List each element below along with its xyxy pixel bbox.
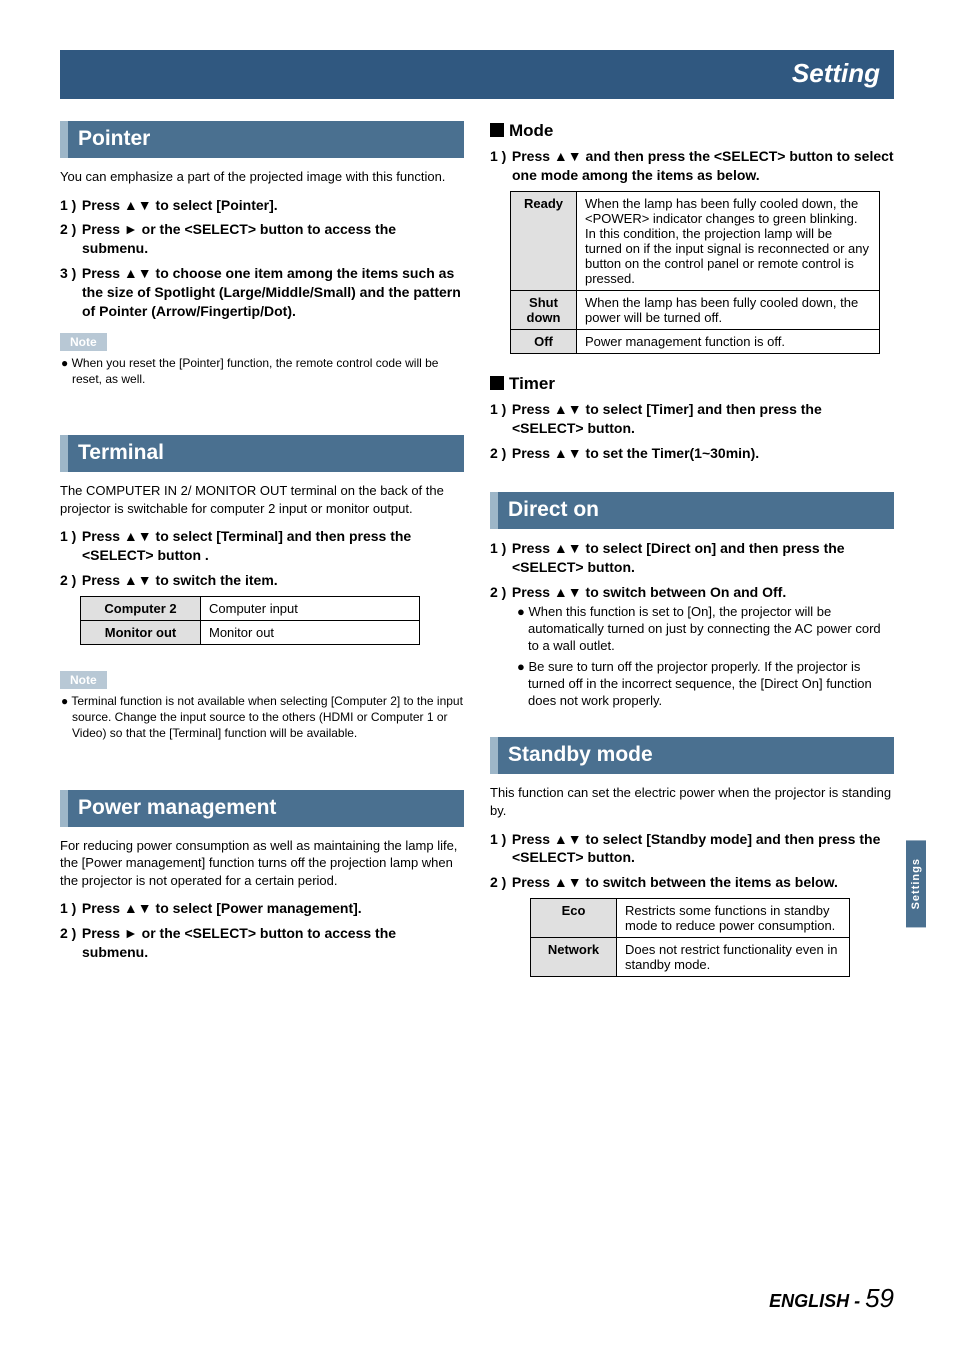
terminal-table: Computer 2 Computer input Monitor out Mo…: [80, 596, 420, 645]
step-text: Press ▲▼ to switch between On and Off.: [512, 584, 786, 600]
step-text: Press ▲▼ to choose one item among the it…: [82, 265, 461, 319]
step-text: Press ▲▼ to set the Timer(1~30min).: [512, 445, 759, 461]
pointer-step-2: 2 ) Press ► or the <SELECT> button to ac…: [60, 220, 464, 258]
cell: Does not restrict functionality even in …: [617, 938, 850, 977]
right-column: Mode 1 ) Press ▲▼ and then press the <SE…: [490, 121, 894, 983]
cell: Monitor out: [201, 621, 420, 645]
standby-step-1: 1 ) Press ▲▼ to select [Standby mode] an…: [490, 830, 894, 868]
step-text: Press ► or the <SELECT> button to access…: [82, 925, 396, 960]
standby-intro: This function can set the electric power…: [490, 784, 894, 819]
table-row: Ready When the lamp has been fully coole…: [511, 191, 880, 290]
terminal-step-2: 2 ) Press ▲▼ to switch the item.: [60, 571, 464, 590]
power-mgmt-header: Power management: [60, 790, 464, 827]
pointer-note: ● When you reset the [Pointer] function,…: [60, 355, 464, 387]
pointer-step-3: 3 ) Press ▲▼ to choose one item among th…: [60, 264, 464, 321]
note-label: Note: [60, 333, 107, 351]
cell: When the lamp has been fully cooled down…: [577, 290, 880, 329]
pointer-header: Pointer: [60, 121, 464, 158]
step-text: Press ▲▼ to select [Timer] and then pres…: [512, 401, 822, 436]
direct-step-2: 2 ) Press ▲▼ to switch between On and Of…: [490, 583, 894, 602]
step-text: Press ▲▼ to switch between the items as …: [512, 874, 838, 890]
terminal-intro: The COMPUTER IN 2/ MONITOR OUT terminal …: [60, 482, 464, 517]
timer-step-1: 1 ) Press ▲▼ to select [Timer] and then …: [490, 400, 894, 438]
table-row: Computer 2 Computer input: [81, 597, 420, 621]
table-row: Off Power management function is off.: [511, 329, 880, 353]
left-column: Pointer You can emphasize a part of the …: [60, 121, 464, 983]
cell: Network: [531, 938, 617, 977]
side-tab: Settings: [906, 840, 926, 927]
page-number: ENGLISH - 59: [769, 1283, 894, 1314]
terminal-step-1: 1 ) Press ▲▼ to select [Terminal] and th…: [60, 527, 464, 565]
step-text: Press ▲▼ to select [Pointer].: [82, 197, 278, 213]
timer-step-2: 2 ) Press ▲▼ to set the Timer(1~30min).: [490, 444, 894, 463]
mode-subheading: Mode: [490, 121, 894, 141]
cell: Ready: [511, 191, 577, 290]
cell: Shut down: [511, 290, 577, 329]
terminal-header: Terminal: [60, 435, 464, 472]
direct-bullet: ● Be sure to turn off the projector prop…: [490, 659, 894, 710]
direct-on-header: Direct on: [490, 492, 894, 529]
step-text: Press ▲▼ and then press the <SELECT> but…: [512, 148, 894, 183]
table-row: Network Does not restrict functionality …: [531, 938, 850, 977]
cell: Power management function is off.: [577, 329, 880, 353]
table-row: Monitor out Monitor out: [81, 621, 420, 645]
direct-bullet: ● When this function is set to [On], the…: [490, 604, 894, 655]
cell: Computer input: [201, 597, 420, 621]
step-text: Press ▲▼ to switch the item.: [82, 572, 278, 588]
note-label: Note: [60, 671, 107, 689]
pointer-intro: You can emphasize a part of the projecte…: [60, 168, 464, 186]
standby-step-2: 2 ) Press ▲▼ to switch between the items…: [490, 873, 894, 892]
mode-table: Ready When the lamp has been fully coole…: [510, 191, 880, 354]
table-row: Eco Restricts some functions in standby …: [531, 899, 850, 938]
square-icon: [490, 123, 504, 137]
power-step-2: 2 ) Press ► or the <SELECT> button to ac…: [60, 924, 464, 962]
cell: When the lamp has been fully cooled down…: [577, 191, 880, 290]
step-text: Press ▲▼ to select [Direct on] and then …: [512, 540, 845, 575]
direct-step-1: 1 ) Press ▲▼ to select [Direct on] and t…: [490, 539, 894, 577]
square-icon: [490, 376, 504, 390]
cell: Eco: [531, 899, 617, 938]
cell: Restricts some functions in standby mode…: [617, 899, 850, 938]
step-text: Press ► or the <SELECT> button to access…: [82, 221, 396, 256]
content-columns: Pointer You can emphasize a part of the …: [60, 121, 894, 983]
timer-subheading: Timer: [490, 374, 894, 394]
cell: Monitor out: [81, 621, 201, 645]
mode-step-1: 1 ) Press ▲▼ and then press the <SELECT>…: [490, 147, 894, 185]
standby-header: Standby mode: [490, 737, 894, 774]
step-text: Press ▲▼ to select [Power management].: [82, 900, 362, 916]
cell: Off: [511, 329, 577, 353]
step-text: Press ▲▼ to select [Standby mode] and th…: [512, 831, 880, 866]
terminal-note: ● Terminal function is not available whe…: [60, 693, 464, 742]
pointer-step-1: 1 ) Press ▲▼ to select [Pointer].: [60, 196, 464, 215]
step-text: Press ▲▼ to select [Terminal] and then p…: [82, 528, 411, 563]
cell: Computer 2: [81, 597, 201, 621]
page-header: Setting: [60, 50, 894, 99]
power-step-1: 1 ) Press ▲▼ to select [Power management…: [60, 899, 464, 918]
standby-table: Eco Restricts some functions in standby …: [530, 898, 850, 977]
power-intro: For reducing power consumption as well a…: [60, 837, 464, 890]
table-row: Shut down When the lamp has been fully c…: [511, 290, 880, 329]
